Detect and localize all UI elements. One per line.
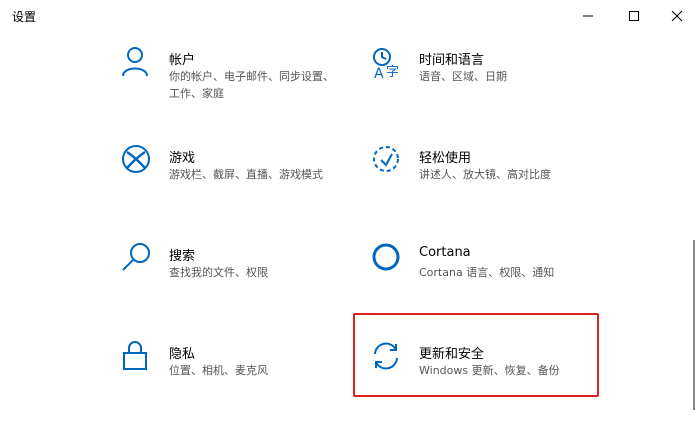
tile-label: 轻松使用 bbox=[419, 151, 472, 166]
tile-description: 语音、区域、日期 bbox=[419, 70, 507, 83]
tile-description: 你的帐户、电子邮件、同步设置、工作、家庭 bbox=[169, 70, 334, 100]
tile-description: 讲述人、放大镜、高对比度 bbox=[419, 168, 551, 181]
tile-accounts[interactable]: 帐户 你的帐户、电子邮件、同步设置、工作、家庭 bbox=[121, 46, 351, 116]
tile-ease-of-access[interactable]: 轻松使用 讲述人、放大镜、高对比度 bbox=[371, 144, 601, 214]
svg-text:A: A bbox=[374, 66, 384, 80]
tile-gaming[interactable]: 游戏 游戏栏、截屏、直播、游戏模式 bbox=[121, 144, 351, 214]
tile-description: 位置、相机、麦克风 bbox=[169, 364, 268, 377]
tile-label: 搜索 bbox=[169, 249, 196, 264]
minimize-icon bbox=[583, 15, 593, 17]
highlight-box bbox=[353, 313, 599, 397]
time-language-icon: A 字 bbox=[373, 48, 399, 80]
tile-label: 帐户 bbox=[169, 53, 196, 68]
tile-label: 时间和语言 bbox=[419, 53, 485, 68]
lock-icon bbox=[123, 341, 147, 370]
search-icon bbox=[122, 243, 150, 271]
tile-label: 游戏 bbox=[169, 151, 196, 166]
close-icon bbox=[671, 10, 683, 22]
tile-privacy[interactable]: 隐私 位置、相机、麦克风 bbox=[121, 340, 351, 410]
cortana-icon bbox=[372, 243, 400, 271]
tile-cortana[interactable]: Cortana Cortana 语言、权限、通知 bbox=[371, 242, 601, 312]
scrollbar[interactable] bbox=[693, 240, 695, 410]
maximize-icon bbox=[629, 11, 639, 21]
ease-of-access-icon bbox=[373, 146, 399, 172]
title-bar: 设置 bbox=[0, 0, 700, 32]
tile-label: Cortana bbox=[419, 245, 471, 260]
maximize-button[interactable] bbox=[611, 0, 657, 32]
tile-description: 查找我的文件、权限 bbox=[169, 266, 268, 279]
close-button[interactable] bbox=[654, 0, 700, 32]
window-title: 设置 bbox=[12, 10, 37, 24]
tile-description: 游戏栏、截屏、直播、游戏模式 bbox=[169, 168, 323, 181]
tile-description: Cortana 语言、权限、通知 bbox=[419, 266, 555, 279]
svg-text:字: 字 bbox=[386, 65, 399, 80]
tile-search[interactable]: 搜索 查找我的文件、权限 bbox=[121, 242, 351, 312]
xbox-icon bbox=[122, 145, 150, 173]
tile-label: 隐私 bbox=[169, 347, 196, 362]
minimize-button[interactable] bbox=[565, 0, 611, 32]
tile-time-language[interactable]: A 字 时间和语言 语音、区域、日期 bbox=[371, 46, 601, 116]
person-icon bbox=[122, 47, 148, 77]
